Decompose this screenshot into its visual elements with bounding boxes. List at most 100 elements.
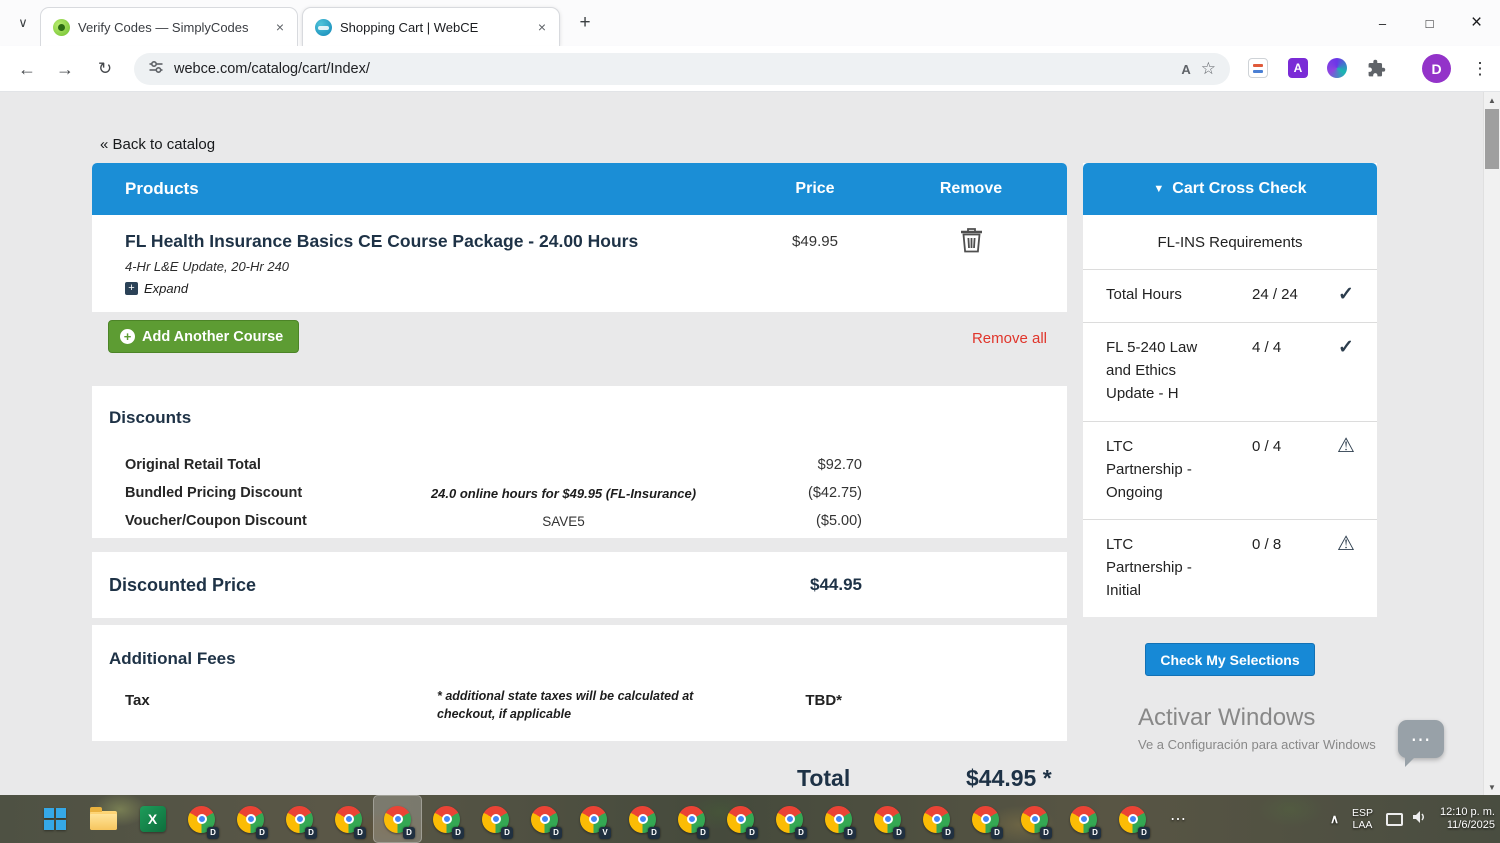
coupon-code: SAVE5 xyxy=(542,513,585,529)
profile-badge: D xyxy=(942,827,954,839)
back-to-catalog-link[interactable]: « Back to catalog xyxy=(100,136,215,153)
clock-time: 12:10 p. m. xyxy=(1439,805,1495,818)
taskbar-app-chrome[interactable]: D xyxy=(177,795,226,843)
address-bar[interactable]: webce.com/catalog/cart/Index/ A ☆ xyxy=(134,53,1230,85)
discount-label: Bundled Pricing Discount xyxy=(125,485,303,501)
tab-strip: ∨ Verify Codes — SimplyCodes × Shopping … xyxy=(0,0,1500,46)
taskbar-app-chrome[interactable]: D xyxy=(618,795,667,843)
scrollbar-thumb[interactable] xyxy=(1485,109,1499,169)
profile-badge: D xyxy=(256,827,268,839)
requirement-hours: 4 / 4 xyxy=(1252,339,1282,356)
discounts-section: Discounts Original Retail Total $92.70 B… xyxy=(92,386,1067,538)
taskbar-app-chrome[interactable]: D xyxy=(863,795,912,843)
taskbar-app-chrome[interactable]: D xyxy=(1108,795,1157,843)
maximize-button[interactable]: □ xyxy=(1406,0,1453,46)
url-text[interactable]: webce.com/catalog/cart/Index/ xyxy=(174,61,370,77)
check-icon: ✓ xyxy=(1338,284,1354,305)
translate-icon[interactable]: A xyxy=(1181,62,1190,77)
course-title: FL Health Insurance Basics CE Course Pac… xyxy=(125,231,639,251)
site-info-icon[interactable] xyxy=(148,59,164,80)
extension-circle-icon[interactable] xyxy=(1327,58,1347,78)
scroll-down-arrow-icon[interactable]: ▼ xyxy=(1484,779,1500,795)
course-subtitle: 4-Hr L&E Update, 20-Hr 240 xyxy=(125,259,290,274)
profile-badge: D xyxy=(354,827,366,839)
taskbar-app-chrome[interactable]: D xyxy=(765,795,814,843)
new-tab-button[interactable]: + xyxy=(572,10,598,36)
cross-check-header[interactable]: ▼ Cart Cross Check xyxy=(1083,163,1377,215)
taskbar-app-chrome[interactable]: D xyxy=(814,795,863,843)
tab-webce-cart[interactable]: Shopping Cart | WebCE × xyxy=(302,7,560,46)
taskbar-app-chrome[interactable]: V xyxy=(569,795,618,843)
requirement-hours: 24 / 24 xyxy=(1252,286,1298,303)
desktop: ∨ Verify Codes — SimplyCodes × Shopping … xyxy=(0,0,1500,843)
excel-button[interactable]: X xyxy=(128,795,177,843)
taskbar-app-chrome[interactable]: D xyxy=(422,795,471,843)
minimize-button[interactable]: – xyxy=(1359,0,1406,46)
expand-label[interactable]: Expand xyxy=(144,281,188,296)
expand-plus-icon[interactable]: + xyxy=(125,282,138,295)
watermark-subtitle: Ve a Configuración para activar Windows xyxy=(1138,737,1376,752)
browser-menu-icon[interactable]: ⋮ xyxy=(1466,54,1494,84)
discount-label: Original Retail Total xyxy=(125,457,261,473)
volume-icon[interactable] xyxy=(1412,810,1427,829)
display-icon[interactable] xyxy=(1385,812,1403,826)
taskbar-app-chrome[interactable]: D xyxy=(324,795,373,843)
webce-favicon xyxy=(315,18,332,36)
feedback-chat-bubble[interactable]: ⋯ xyxy=(1398,720,1444,767)
taskbar: X DDDDDDDDVDDDDDDDDDDD ⋯ ∧ ESP LAA 12:10… xyxy=(0,795,1500,843)
cart-cross-check-panel: ▼ Cart Cross Check FL-INS Requirements T… xyxy=(1083,163,1377,617)
taskbar-app-chrome[interactable]: D xyxy=(912,795,961,843)
profile-avatar[interactable]: D xyxy=(1422,54,1451,83)
expand-course-link[interactable]: + Expand xyxy=(125,281,188,296)
back-button[interactable]: ← xyxy=(12,54,42,84)
taskbar-app-chrome[interactable]: D xyxy=(716,795,765,843)
requirement-label: LTC Partnership - Ongoing xyxy=(1106,438,1192,501)
browser-toolbar: ← → ↻ webce.com/catalog/cart/Index/ A ☆ … xyxy=(0,46,1500,92)
remove-all-link[interactable]: Remove all xyxy=(920,330,1047,347)
file-explorer-button[interactable] xyxy=(79,795,128,843)
tab-simplycodes[interactable]: Verify Codes — SimplyCodes × xyxy=(40,7,298,46)
products-column-header: Products xyxy=(125,179,199,198)
remove-item-button[interactable] xyxy=(937,227,1005,259)
taskbar-app-chrome[interactable]: D xyxy=(1059,795,1108,843)
window-controls: – □ × xyxy=(1359,0,1500,46)
course-price: $49.95 xyxy=(792,233,838,250)
tab-close-icon[interactable]: × xyxy=(533,18,551,36)
taskbar-app-chrome[interactable]: D xyxy=(471,795,520,843)
taskbar-app-chrome[interactable]: D xyxy=(520,795,569,843)
reload-button[interactable]: ↻ xyxy=(90,54,120,84)
taskbar-app-chrome[interactable]: D xyxy=(373,795,422,843)
taskbar-overflow-button[interactable]: ⋯ xyxy=(1157,795,1199,843)
start-button[interactable] xyxy=(30,795,79,843)
add-another-course-button[interactable]: + Add Another Course xyxy=(108,320,300,353)
taskbar-app-chrome[interactable]: D xyxy=(226,795,275,843)
discount-row: Voucher/Coupon Discount SAVE5 ($5.00) xyxy=(92,507,1067,535)
close-button[interactable]: × xyxy=(1453,0,1500,46)
tray-expand-icon[interactable]: ∧ xyxy=(1330,812,1339,826)
tab-close-icon[interactable]: × xyxy=(271,18,289,36)
extensions-puzzle-icon[interactable] xyxy=(1366,58,1386,78)
taskbar-app-chrome[interactable]: D xyxy=(961,795,1010,843)
taskbar-clock[interactable]: 12:10 p. m. 11/6/2025 xyxy=(1440,806,1495,833)
language-indicator[interactable]: ESP LAA xyxy=(1352,807,1373,831)
page-scrollbar[interactable]: ▲ ▼ xyxy=(1483,92,1500,795)
bookmark-star-icon[interactable]: ☆ xyxy=(1201,59,1216,79)
tray-icons xyxy=(1385,810,1427,829)
tab-title: Verify Codes — SimplyCodes xyxy=(78,19,249,35)
taskbar-app-chrome[interactable]: D xyxy=(1010,795,1059,843)
additional-fees-section: Additional Fees Tax * additional state t… xyxy=(92,625,1067,741)
tab-search-button[interactable]: ∨ xyxy=(10,10,36,36)
profile-badge: D xyxy=(1089,827,1101,839)
forward-button[interactable]: → xyxy=(50,54,80,84)
requirement-hours: 0 / 4 xyxy=(1252,438,1282,455)
requirement-hours: 0 / 8 xyxy=(1252,536,1282,553)
add-course-label: Add Another Course xyxy=(142,328,284,345)
extension-a-icon[interactable]: A xyxy=(1288,58,1308,78)
requirement-label: Total Hours xyxy=(1106,286,1182,303)
scroll-up-arrow-icon[interactable]: ▲ xyxy=(1484,92,1500,108)
taskbar-app-chrome[interactable]: D xyxy=(667,795,716,843)
extension-coupon-icon[interactable] xyxy=(1248,58,1268,78)
taskbar-app-chrome[interactable]: D xyxy=(275,795,324,843)
check-my-selections-button[interactable]: Check My Selections xyxy=(1145,643,1315,676)
windows-activation-watermark: Activar Windows Ve a Configuración para … xyxy=(1138,705,1376,753)
